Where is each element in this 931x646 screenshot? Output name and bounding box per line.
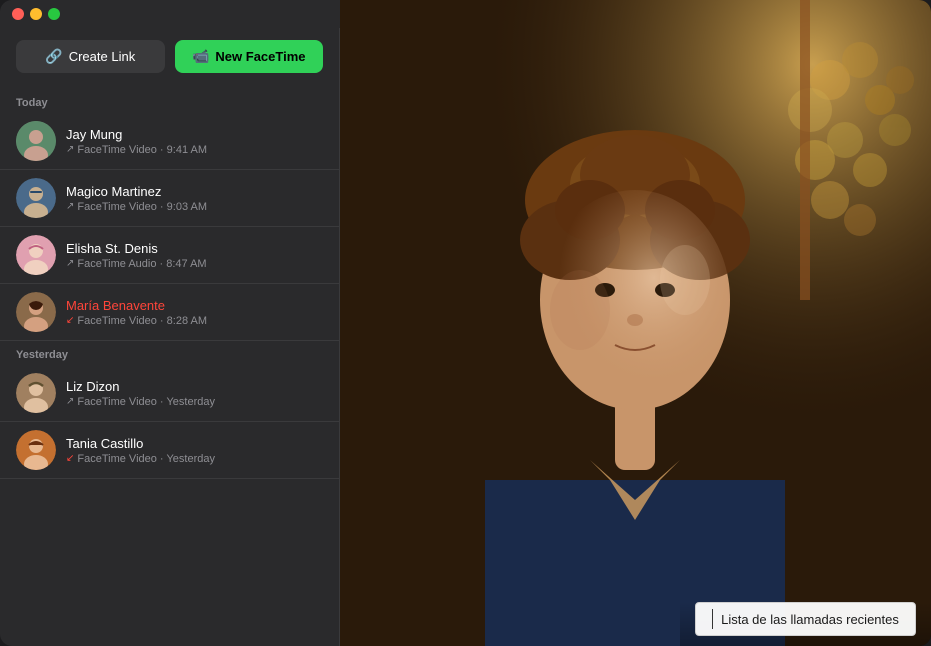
missed-arrow-icon: ↙ <box>66 315 74 326</box>
call-meta-tania: ↙ FaceTime Video · Yesterday <box>66 453 323 465</box>
call-type-tania: FaceTime Video · Yesterday <box>77 453 215 465</box>
call-info-jay-mung: Jay Mung ↗ FaceTime Video · 9:41 AM <box>66 127 323 156</box>
avatar-tania-castillo <box>16 430 56 470</box>
avatar-magico-martinez <box>16 178 56 218</box>
caption-line <box>712 609 713 629</box>
call-name-jay-mung: Jay Mung <box>66 127 323 142</box>
outgoing-arrow-icon-4: ↗ <box>66 396 74 407</box>
app-window: 🔗 Create Link 📹 New FaceTime Today <box>0 0 931 646</box>
avatar-jay-mung <box>16 121 56 161</box>
caption-text: Lista de las llamadas recientes <box>721 612 899 627</box>
call-item-jay-mung[interactable]: Jay Mung ↗ FaceTime Video · 9:41 AM <box>0 113 339 170</box>
outgoing-arrow-icon-3: ↗ <box>66 258 74 269</box>
call-meta-liz: ↗ FaceTime Video · Yesterday <box>66 396 323 408</box>
call-item-liz-dizon[interactable]: Liz Dizon ↗ FaceTime Video · Yesterday <box>0 365 339 422</box>
call-info-tania-castillo: Tania Castillo ↙ FaceTime Video · Yester… <box>66 436 323 465</box>
call-name-maria-benavente: María Benavente <box>66 298 323 313</box>
link-icon: 🔗 <box>45 48 62 65</box>
call-type-maria: FaceTime Video · 8:28 AM <box>77 315 207 327</box>
create-link-button[interactable]: 🔗 Create Link <box>16 40 165 73</box>
call-type-magico: FaceTime Video · 9:03 AM <box>77 201 207 213</box>
maximize-button[interactable] <box>48 8 60 20</box>
caption-box: Lista de las llamadas recientes <box>695 602 916 636</box>
call-name-elisha-st-denis: Elisha St. Denis <box>66 241 323 256</box>
call-type-jay-mung: FaceTime Video · 9:41 AM <box>77 144 207 156</box>
video-icon: 📹 <box>192 48 209 65</box>
call-item-magico-martinez[interactable]: Magico Martinez ↗ FaceTime Video · 9:03 … <box>0 170 339 227</box>
action-buttons: 🔗 Create Link 📹 New FaceTime <box>0 28 339 89</box>
close-button[interactable] <box>12 8 24 20</box>
call-item-tania-castillo[interactable]: Tania Castillo ↙ FaceTime Video · Yester… <box>0 422 339 479</box>
minimize-button[interactable] <box>30 8 42 20</box>
call-type-liz: FaceTime Video · Yesterday <box>77 396 215 408</box>
today-section-label: Today <box>0 89 339 113</box>
missed-arrow-icon-2: ↙ <box>66 453 74 464</box>
avatar-liz-dizon <box>16 373 56 413</box>
avatar-elisha-st-denis <box>16 235 56 275</box>
yesterday-section-label: Yesterday <box>0 341 339 365</box>
call-name-liz-dizon: Liz Dizon <box>66 379 323 394</box>
call-name-tania-castillo: Tania Castillo <box>66 436 323 451</box>
today-call-list: Jay Mung ↗ FaceTime Video · 9:41 AM <box>0 113 339 341</box>
call-meta-elisha: ↗ FaceTime Audio · 8:47 AM <box>66 258 323 270</box>
outgoing-arrow-icon-2: ↗ <box>66 201 74 212</box>
call-info-elisha-st-denis: Elisha St. Denis ↗ FaceTime Audio · 8:47… <box>66 241 323 270</box>
title-bar <box>0 0 340 28</box>
call-info-maria-benavente: María Benavente ↙ FaceTime Video · 8:28 … <box>66 298 323 327</box>
call-meta-magico-martinez: ↗ FaceTime Video · 9:03 AM <box>66 201 323 213</box>
outgoing-arrow-icon: ↗ <box>66 144 74 155</box>
avatar-maria-benavente <box>16 292 56 332</box>
call-item-maria-benavente[interactable]: María Benavente ↙ FaceTime Video · 8:28 … <box>0 284 339 341</box>
call-type-elisha: FaceTime Audio · 8:47 AM <box>77 258 206 270</box>
call-name-magico-martinez: Magico Martinez <box>66 184 323 199</box>
create-link-label: Create Link <box>69 49 135 64</box>
main-content: 🔗 Create Link 📹 New FaceTime Today <box>0 0 931 646</box>
caption-area: Lista de las llamadas recientes <box>680 602 931 646</box>
photo-area: Lista de las llamadas recientes <box>340 0 931 646</box>
yesterday-call-list: Liz Dizon ↗ FaceTime Video · Yesterday <box>0 365 339 479</box>
traffic-lights <box>12 8 60 20</box>
call-info-magico-martinez: Magico Martinez ↗ FaceTime Video · 9:03 … <box>66 184 323 213</box>
sidebar: 🔗 Create Link 📹 New FaceTime Today <box>0 0 340 646</box>
call-meta-jay-mung: ↗ FaceTime Video · 9:41 AM <box>66 144 323 156</box>
call-info-liz-dizon: Liz Dizon ↗ FaceTime Video · Yesterday <box>66 379 323 408</box>
call-meta-maria: ↙ FaceTime Video · 8:28 AM <box>66 315 323 327</box>
new-facetime-button[interactable]: 📹 New FaceTime <box>175 40 324 73</box>
new-facetime-label: New FaceTime <box>215 49 305 64</box>
call-item-elisha-st-denis[interactable]: Elisha St. Denis ↗ FaceTime Audio · 8:47… <box>0 227 339 284</box>
